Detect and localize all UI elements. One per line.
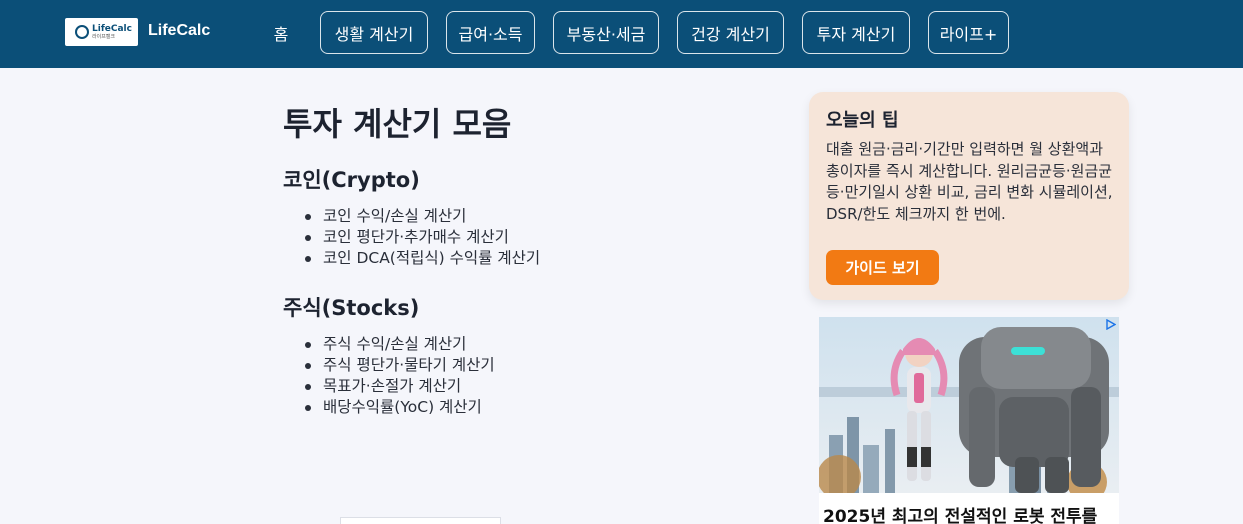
ad-caption: 2025년 최고의 전설적인 로봇 전투를	[819, 493, 1119, 524]
tip-title: 오늘의 팁	[826, 110, 899, 131]
ad-image	[819, 317, 1119, 493]
nav-salary-income[interactable]: 급여·소득	[446, 11, 535, 54]
list-item[interactable]: 목표가·손절가 계산기	[303, 376, 495, 397]
ad-placeholder	[340, 517, 501, 524]
logo-subtext: 라이프캘크	[92, 33, 116, 40]
list-item[interactable]: 코인 평단가·추가매수 계산기	[303, 227, 540, 248]
list-item[interactable]: 코인 DCA(적립식) 수익률 계산기	[303, 248, 540, 269]
section-title-stocks: 주식(Stocks)	[283, 296, 420, 320]
top-navbar: LifeCalc 라이프캘크 LifeCalc 홈 생활 계산기 급여·소득 부…	[0, 0, 1243, 68]
page-title: 투자 계산기 모음	[283, 105, 512, 143]
crypto-calculator-list: 코인 수익/손실 계산기 코인 평단가·추가매수 계산기 코인 DCA(적립식)…	[303, 206, 540, 269]
brand-name[interactable]: LifeCalc	[148, 22, 210, 40]
list-item[interactable]: 주식 수익/손실 계산기	[303, 334, 495, 355]
logo-text: LifeCalc	[92, 23, 132, 34]
nav-health-calculator[interactable]: 건강 계산기	[677, 11, 784, 54]
stocks-calculator-list: 주식 수익/손실 계산기 주식 평단가·물타기 계산기 목표가·손절가 계산기 …	[303, 334, 495, 418]
nav-realestate-tax[interactable]: 부동산·세금	[553, 11, 659, 54]
list-item[interactable]: 배당수익률(YoC) 계산기	[303, 397, 495, 418]
logo-icon	[75, 25, 89, 39]
list-item[interactable]: 주식 평단가·물타기 계산기	[303, 355, 495, 376]
tip-body: 대출 원금·금리·기간만 입력하면 월 상환액과 총이자를 즉시 계산합니다. …	[826, 140, 1113, 223]
guide-button[interactable]: 가이드 보기	[826, 250, 939, 285]
nav-life-plus[interactable]: 라이프+	[928, 11, 1009, 54]
list-item[interactable]: 코인 수익/손실 계산기	[303, 206, 540, 227]
adchoices-icon[interactable]	[1105, 319, 1116, 330]
tip-card: 오늘의 팁 대출 원금·금리·기간만 입력하면 월 상환액과 총이자를 즉시 계…	[809, 92, 1129, 300]
advertisement[interactable]: 2025년 최고의 전설적인 로봇 전투를	[819, 317, 1119, 524]
section-title-crypto: 코인(Crypto)	[283, 168, 420, 192]
nav-investment-calculator[interactable]: 투자 계산기	[802, 11, 910, 54]
logo[interactable]: LifeCalc 라이프캘크	[65, 18, 138, 46]
nav-living-calculator[interactable]: 생활 계산기	[320, 11, 428, 54]
nav-home[interactable]: 홈	[260, 11, 302, 54]
